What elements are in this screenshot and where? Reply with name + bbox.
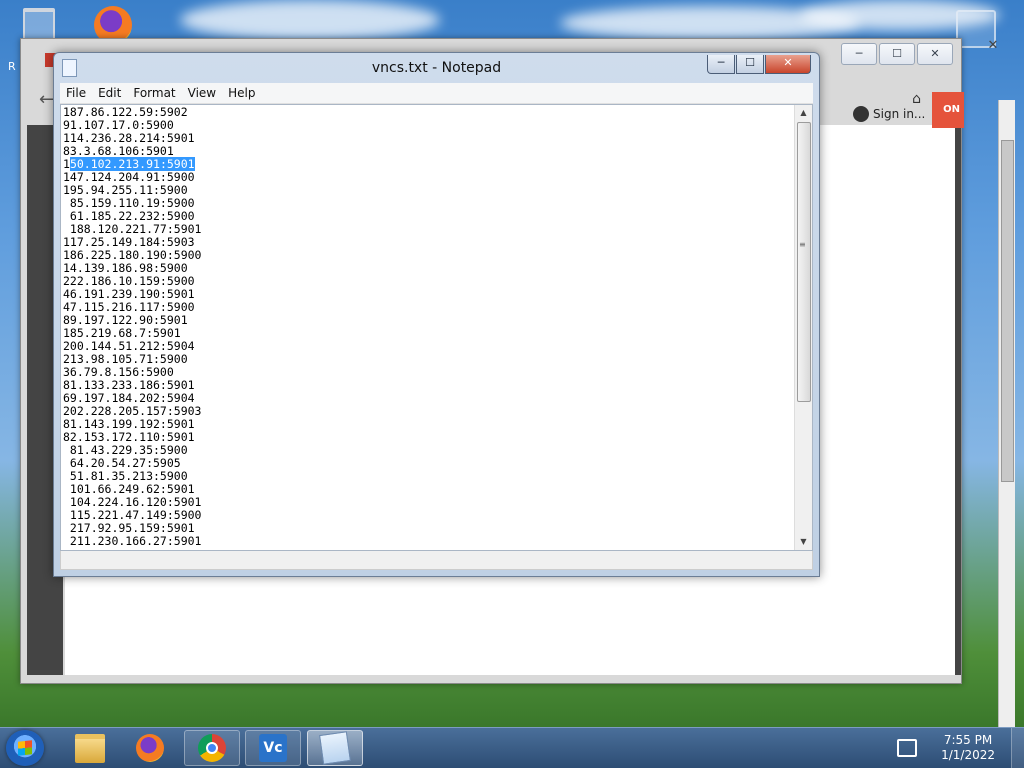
taskbar-notepad[interactable]	[307, 730, 363, 766]
taskbar-chrome[interactable]	[184, 730, 240, 766]
underlying-scrollbar[interactable]	[998, 100, 1015, 732]
taskbar-vnc[interactable]: Vc	[245, 730, 301, 766]
taskbar-firefox[interactable]	[122, 730, 178, 766]
scroll-down-icon[interactable]: ▼	[795, 534, 812, 550]
menu-edit[interactable]: Edit	[92, 86, 127, 100]
close-button[interactable]: ✕	[765, 55, 811, 74]
scrollbar-thumb[interactable]	[1001, 140, 1014, 482]
folder-icon	[75, 733, 105, 763]
notepad-icon	[319, 731, 351, 765]
browser-maximize-button[interactable]: ☐	[879, 43, 915, 65]
browser-close-button[interactable]: ✕	[917, 43, 953, 65]
system-tray: 7:55 PM 1/1/2022	[897, 728, 1024, 768]
show-desktop-button[interactable]	[1011, 728, 1024, 768]
vnc-icon: Vc	[259, 734, 287, 762]
recycle-bin-icon[interactable]	[18, 6, 56, 44]
browser-window-controls: ─ ☐ ✕	[841, 43, 953, 65]
maximize-button[interactable]: ☐	[736, 55, 764, 74]
notepad-window[interactable]: vncs.txt - Notepad ─ ☐ ✕ File Edit Forma…	[53, 52, 820, 577]
clock[interactable]: 7:55 PM 1/1/2022	[941, 733, 995, 763]
taskbar: Vc 7:55 PM 1/1/2022	[0, 727, 1024, 768]
windows-logo-icon	[18, 740, 32, 756]
desktop-icon-label: R	[8, 60, 16, 73]
network-icon[interactable]	[897, 739, 918, 757]
scroll-up-icon[interactable]: ▲	[795, 105, 812, 121]
horizontal-scrollbar[interactable]	[60, 551, 813, 570]
start-button[interactable]	[6, 730, 44, 766]
chrome-icon	[198, 734, 226, 762]
menu-bar: File Edit Format View Help	[60, 83, 813, 104]
scrollbar-thumb[interactable]	[797, 122, 811, 402]
text-line: 211.230.166.27:5901	[63, 534, 202, 548]
text-editor[interactable]: 187.86.122.59:5902 91.107.17.0:5900 114.23…	[60, 104, 813, 551]
text-line-prefix: 1	[63, 157, 70, 171]
scrollbar-grip-icon: ≡	[799, 240, 806, 249]
browser-minimize-button[interactable]: ─	[841, 43, 877, 65]
clock-date: 1/1/2022	[941, 748, 995, 762]
browser-page-edge	[955, 125, 961, 675]
page-action-button[interactable]: ON	[932, 92, 964, 128]
vertical-scrollbar[interactable]: ▲ ≡ ▼	[794, 105, 812, 550]
window-title: vncs.txt - Notepad	[371, 60, 502, 76]
editor-text[interactable]: 187.86.122.59:5902 91.107.17.0:5900 114.23…	[63, 106, 794, 548]
back-arrow-icon[interactable]: ←	[39, 89, 54, 110]
underlying-window-close-icon[interactable]: ✕	[976, 36, 1010, 56]
sign-in-label: Sign in...	[873, 107, 926, 121]
menu-format[interactable]: Format	[127, 86, 181, 100]
taskbar-explorer[interactable]	[62, 730, 118, 766]
firefox-icon	[136, 734, 164, 762]
wallpaper-cloud	[180, 0, 440, 40]
selected-text[interactable]: 50.102.213.91:5901	[69, 157, 195, 171]
minimize-button[interactable]: ─	[707, 55, 735, 74]
clock-time: 7:55 PM	[943, 733, 993, 747]
notepad-titlebar[interactable]: vncs.txt - Notepad ─ ☐ ✕	[54, 53, 819, 83]
notepad-window-controls: ─ ☐ ✕	[707, 55, 811, 74]
menu-help[interactable]: Help	[222, 86, 261, 100]
menu-file[interactable]: File	[60, 86, 92, 100]
user-avatar-icon	[853, 106, 869, 122]
menu-view[interactable]: View	[182, 86, 222, 100]
